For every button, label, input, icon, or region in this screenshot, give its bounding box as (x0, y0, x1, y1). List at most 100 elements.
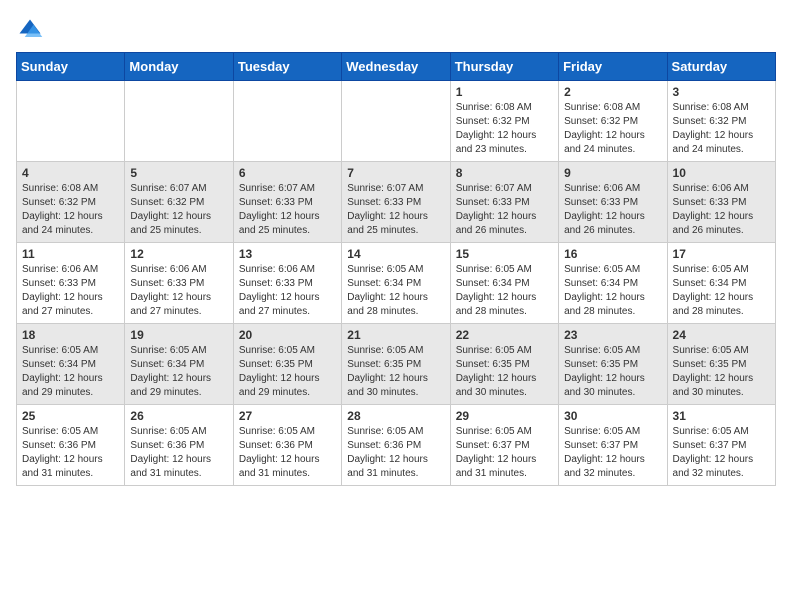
calendar-week-row: 4 Sunrise: 6:08 AMSunset: 6:32 PMDaylight… (17, 162, 776, 243)
day-number: 27 (239, 409, 336, 423)
day-number: 31 (673, 409, 770, 423)
calendar-week-row: 11 Sunrise: 6:06 AMSunset: 6:33 PMDayligh… (17, 243, 776, 324)
table-row: 4 Sunrise: 6:08 AMSunset: 6:32 PMDaylight… (17, 162, 125, 243)
cell-content: Sunrise: 6:05 AMSunset: 6:34 PMDaylight:… (673, 263, 770, 319)
day-number: 22 (456, 328, 553, 342)
table-row: 29 Sunrise: 6:05 AMSunset: 6:37 PMDayligh… (450, 405, 558, 486)
cell-content: Sunrise: 6:05 AMSunset: 6:34 PMDaylight:… (130, 344, 227, 400)
table-row: 11 Sunrise: 6:06 AMSunset: 6:33 PMDayligh… (17, 243, 125, 324)
day-number: 7 (347, 166, 444, 180)
cell-content: Sunrise: 6:05 AMSunset: 6:34 PMDaylight:… (22, 344, 119, 400)
cell-content: Sunrise: 6:05 AMSunset: 6:36 PMDaylight:… (239, 425, 336, 481)
table-row: 12 Sunrise: 6:06 AMSunset: 6:33 PMDayligh… (125, 243, 233, 324)
table-row: 22 Sunrise: 6:05 AMSunset: 6:35 PMDayligh… (450, 324, 558, 405)
cell-content: Sunrise: 6:07 AMSunset: 6:33 PMDaylight:… (456, 182, 553, 238)
day-number: 23 (564, 328, 661, 342)
calendar-header-row: Sunday Monday Tuesday Wednesday Thursday… (17, 53, 776, 81)
table-row: 28 Sunrise: 6:05 AMSunset: 6:36 PMDayligh… (342, 405, 450, 486)
day-number: 12 (130, 247, 227, 261)
calendar-table: Sunday Monday Tuesday Wednesday Thursday… (16, 52, 776, 486)
col-thursday: Thursday (450, 53, 558, 81)
day-number: 14 (347, 247, 444, 261)
table-row: 26Sunrise: 6:05 AMSunset: 6:36 PMDayligh… (125, 405, 233, 486)
day-number: 6 (239, 166, 336, 180)
cell-content: Sunrise: 6:08 AMSunset: 6:32 PMDaylight:… (22, 182, 119, 238)
day-number: 21 (347, 328, 444, 342)
table-row: 16 Sunrise: 6:05 AMSunset: 6:34 PMDayligh… (559, 243, 667, 324)
day-number: 29 (456, 409, 553, 423)
calendar-week-row: 1 Sunrise: 6:08 AMSunset: 6:32 PMDaylight… (17, 81, 776, 162)
day-number: 25 (22, 409, 119, 423)
day-number: 5 (130, 166, 227, 180)
col-monday: Monday (125, 53, 233, 81)
day-number: 2 (564, 85, 661, 99)
col-saturday: Saturday (667, 53, 775, 81)
cell-content: Sunrise: 6:08 AMSunset: 6:32 PMDaylight:… (456, 101, 553, 157)
table-row: 27 Sunrise: 6:05 AMSunset: 6:36 PMDayligh… (233, 405, 341, 486)
table-row: 23 Sunrise: 6:05 AMSunset: 6:35 PMDayligh… (559, 324, 667, 405)
table-row: 19Sunrise: 6:05 AMSunset: 6:34 PMDayligh… (125, 324, 233, 405)
day-number: 30 (564, 409, 661, 423)
day-number: 18 (22, 328, 119, 342)
table-row: 15 Sunrise: 6:05 AMSunset: 6:34 PMDayligh… (450, 243, 558, 324)
table-row: 9Sunrise: 6:06 AMSunset: 6:33 PMDaylight… (559, 162, 667, 243)
table-row: 8 Sunrise: 6:07 AMSunset: 6:33 PMDaylight… (450, 162, 558, 243)
table-row (342, 81, 450, 162)
table-row: 30 Sunrise: 6:05 AMSunset: 6:37 PMDayligh… (559, 405, 667, 486)
table-row: 18 Sunrise: 6:05 AMSunset: 6:34 PMDayligh… (17, 324, 125, 405)
day-number: 4 (22, 166, 119, 180)
col-sunday: Sunday (17, 53, 125, 81)
cell-content: Sunrise: 6:05 AMSunset: 6:34 PMDaylight:… (347, 263, 444, 319)
cell-content: Sunrise: 6:05 AMSunset: 6:35 PMDaylight:… (239, 344, 336, 400)
col-friday: Friday (559, 53, 667, 81)
table-row: 13 Sunrise: 6:06 AMSunset: 6:33 PMDayligh… (233, 243, 341, 324)
calendar-week-row: 18 Sunrise: 6:05 AMSunset: 6:34 PMDayligh… (17, 324, 776, 405)
table-row: 6 Sunrise: 6:07 AMSunset: 6:33 PMDaylight… (233, 162, 341, 243)
table-row (233, 81, 341, 162)
cell-content: Sunrise: 6:05 AMSunset: 6:34 PMDaylight:… (564, 263, 661, 319)
page-header (16, 16, 776, 44)
cell-content: Sunrise: 6:07 AMSunset: 6:33 PMDaylight:… (347, 182, 444, 238)
table-row: 2Sunrise: 6:08 AMSunset: 6:32 PMDaylight… (559, 81, 667, 162)
cell-content: Sunrise: 6:05 AMSunset: 6:35 PMDaylight:… (347, 344, 444, 400)
day-number: 17 (673, 247, 770, 261)
day-number: 16 (564, 247, 661, 261)
cell-content: Sunrise: 6:05 AMSunset: 6:36 PMDaylight:… (347, 425, 444, 481)
col-tuesday: Tuesday (233, 53, 341, 81)
cell-content: Sunrise: 6:06 AMSunset: 6:33 PMDaylight:… (239, 263, 336, 319)
cell-content: Sunrise: 6:06 AMSunset: 6:33 PMDaylight:… (130, 263, 227, 319)
table-row: 20 Sunrise: 6:05 AMSunset: 6:35 PMDayligh… (233, 324, 341, 405)
table-row: 21 Sunrise: 6:05 AMSunset: 6:35 PMDayligh… (342, 324, 450, 405)
day-number: 28 (347, 409, 444, 423)
day-number: 3 (673, 85, 770, 99)
cell-content: Sunrise: 6:05 AMSunset: 6:37 PMDaylight:… (673, 425, 770, 481)
cell-content: Sunrise: 6:07 AMSunset: 6:33 PMDaylight:… (239, 182, 336, 238)
cell-content: Sunrise: 6:05 AMSunset: 6:35 PMDaylight:… (564, 344, 661, 400)
day-number: 15 (456, 247, 553, 261)
day-number: 8 (456, 166, 553, 180)
cell-content: Sunrise: 6:05 AMSunset: 6:35 PMDaylight:… (456, 344, 553, 400)
logo (16, 16, 48, 44)
table-row: 5 Sunrise: 6:07 AMSunset: 6:32 PMDaylight… (125, 162, 233, 243)
logo-icon (16, 16, 44, 44)
cell-content: Sunrise: 6:05 AMSunset: 6:37 PMDaylight:… (564, 425, 661, 481)
table-row: 7 Sunrise: 6:07 AMSunset: 6:33 PMDaylight… (342, 162, 450, 243)
day-number: 11 (22, 247, 119, 261)
cell-content: Sunrise: 6:06 AMSunset: 6:33 PMDaylight:… (22, 263, 119, 319)
calendar-week-row: 25 Sunrise: 6:05 AMSunset: 6:36 PMDayligh… (17, 405, 776, 486)
cell-content: Sunrise: 6:05 AMSunset: 6:36 PMDaylight:… (130, 425, 227, 481)
day-number: 1 (456, 85, 553, 99)
table-row: 10 Sunrise: 6:06 AMSunset: 6:33 PMDayligh… (667, 162, 775, 243)
day-number: 9 (564, 166, 661, 180)
cell-content: Sunrise: 6:05 AMSunset: 6:34 PMDaylight:… (456, 263, 553, 319)
table-row (17, 81, 125, 162)
day-number: 13 (239, 247, 336, 261)
cell-content: Sunrise: 6:07 AMSunset: 6:32 PMDaylight:… (130, 182, 227, 238)
day-number: 20 (239, 328, 336, 342)
col-wednesday: Wednesday (342, 53, 450, 81)
cell-content: Sunrise: 6:06 AMSunset: 6:33 PMDaylight:… (673, 182, 770, 238)
cell-content: Sunrise: 6:05 AMSunset: 6:36 PMDaylight:… (22, 425, 119, 481)
day-number: 10 (673, 166, 770, 180)
cell-content: Sunrise: 6:05 AMSunset: 6:37 PMDaylight:… (456, 425, 553, 481)
table-row (125, 81, 233, 162)
